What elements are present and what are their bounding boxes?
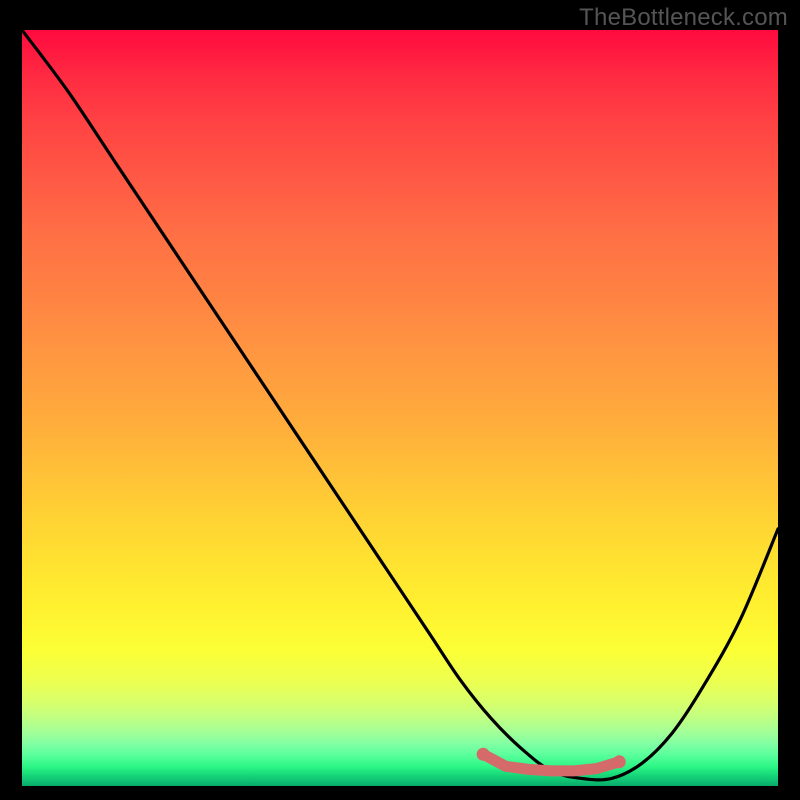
optimal-marker <box>546 766 556 776</box>
optimal-marker <box>501 761 511 771</box>
chart-container: TheBottleneck.com <box>0 0 800 800</box>
optimal-zone-markers <box>477 748 626 776</box>
chart-svg <box>22 30 778 786</box>
optimal-marker <box>591 763 601 773</box>
optimal-marker <box>613 755 626 768</box>
optimal-marker <box>477 748 490 761</box>
optimal-marker <box>569 766 579 776</box>
plot-area <box>22 30 778 786</box>
watermark-label: TheBottleneck.com <box>579 4 788 32</box>
bottleneck-curve <box>22 30 778 780</box>
optimal-marker <box>523 764 533 774</box>
